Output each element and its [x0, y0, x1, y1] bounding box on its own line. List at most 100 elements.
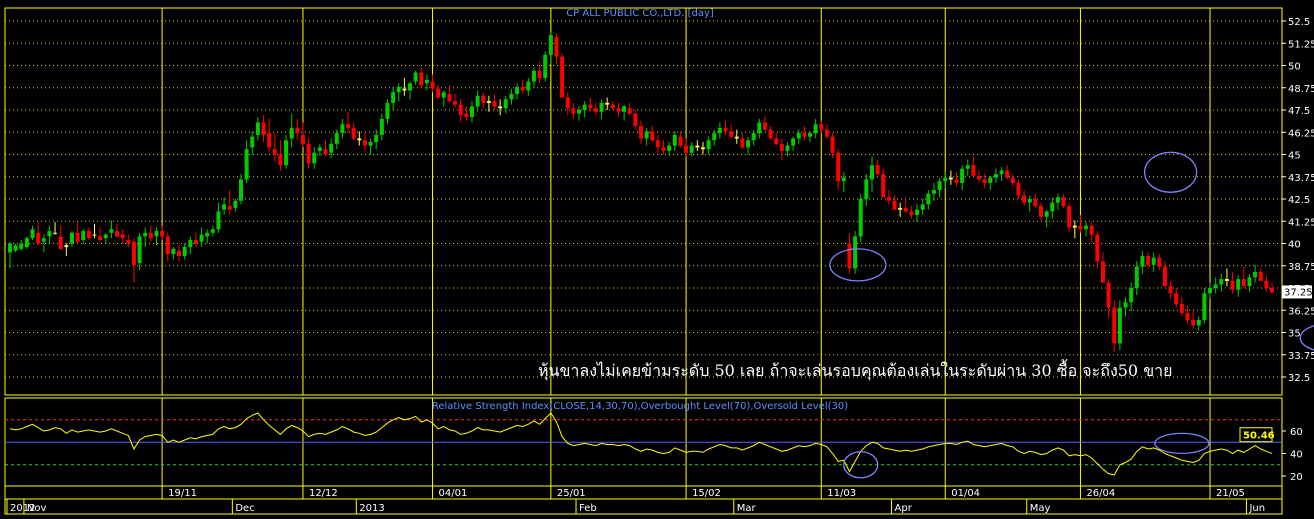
- candle: [1157, 254, 1162, 271]
- candle: [391, 86, 396, 110]
- candle: [272, 133, 277, 162]
- candle: [920, 199, 925, 216]
- candle: [610, 101, 615, 110]
- candle-body: [312, 152, 317, 164]
- candle-body: [306, 143, 311, 164]
- candle-body: [317, 147, 322, 151]
- candle-body: [424, 79, 429, 84]
- x-month-label: Feb: [579, 503, 597, 514]
- candle-body: [605, 102, 610, 105]
- candle: [954, 172, 959, 187]
- candle: [999, 166, 1004, 182]
- candle: [1039, 202, 1044, 221]
- candle-body: [75, 232, 80, 242]
- candle: [238, 174, 243, 205]
- candle-body: [836, 152, 841, 182]
- candle-body: [948, 177, 953, 180]
- price-panel-frame: [4, 7, 1283, 396]
- candle-body: [915, 209, 920, 216]
- candle-body: [47, 231, 52, 237]
- candle: [565, 92, 570, 116]
- candle: [774, 133, 779, 146]
- y-tick-label: 33.75: [1288, 351, 1314, 362]
- candle-body: [1061, 197, 1066, 207]
- candle: [993, 168, 998, 183]
- candle: [1084, 222, 1089, 237]
- candle-body: [813, 124, 818, 134]
- candle: [881, 168, 886, 198]
- candle-body: [531, 70, 536, 82]
- candle-body: [1016, 182, 1021, 196]
- candle-body: [222, 204, 227, 210]
- candle: [385, 99, 390, 125]
- candle-body: [1202, 293, 1207, 321]
- candle-body: [1224, 279, 1229, 281]
- y-tick-label: 36.25: [1288, 306, 1314, 317]
- candle: [13, 243, 18, 253]
- x-month-label: Apr: [895, 503, 913, 514]
- y-tick-label: 48.75: [1288, 84, 1314, 95]
- candle: [464, 106, 469, 121]
- candle-body: [1089, 225, 1094, 235]
- candle-body: [678, 136, 683, 146]
- candle-body: [340, 124, 345, 134]
- candle-body: [255, 122, 260, 135]
- candle-body: [661, 147, 666, 151]
- candle: [554, 33, 559, 64]
- candle: [1106, 279, 1111, 319]
- candle: [47, 225, 52, 244]
- candle: [734, 129, 739, 144]
- candle: [1224, 268, 1229, 287]
- rsi-tick-label: 60: [1290, 427, 1303, 438]
- candle-body: [447, 93, 452, 102]
- candle-body: [622, 106, 627, 112]
- candle: [791, 136, 796, 151]
- candle: [577, 106, 582, 121]
- candle: [126, 234, 131, 248]
- x-tick-label: 15/02: [692, 488, 721, 499]
- x-tick-label: 11/03: [827, 488, 856, 499]
- candle-body: [734, 136, 739, 139]
- candle-body: [633, 113, 638, 127]
- candle: [1219, 273, 1224, 292]
- candle: [379, 113, 384, 141]
- candle-body: [1168, 286, 1173, 294]
- candle-body: [109, 229, 114, 233]
- candle-body: [188, 239, 193, 248]
- candle: [520, 79, 525, 94]
- candle: [965, 159, 970, 176]
- candle-body: [1157, 257, 1162, 267]
- candle-body: [41, 238, 46, 242]
- candle: [526, 77, 531, 96]
- candle: [58, 225, 63, 251]
- candle-body: [858, 199, 863, 237]
- candle-body: [160, 231, 165, 237]
- candle: [1005, 165, 1010, 180]
- candle-body: [616, 108, 621, 112]
- candle: [824, 124, 829, 139]
- candle-body: [498, 106, 503, 109]
- candle-body: [1005, 170, 1010, 178]
- candle-body: [582, 104, 587, 110]
- candle: [244, 140, 249, 183]
- candle: [227, 190, 232, 216]
- candle: [650, 126, 655, 143]
- price-highlight-circle: [829, 248, 887, 282]
- candle-body: [1241, 279, 1246, 287]
- candle: [1230, 271, 1235, 294]
- candle-body: [492, 101, 497, 107]
- candle: [498, 99, 503, 116]
- annotation-text: หุ้นขาลงไม่เคยข้ามระดับ 50 เลย ถ้าจะเล่น…: [538, 359, 1173, 381]
- candle-body: [875, 165, 880, 175]
- candle: [447, 85, 452, 103]
- candle-body: [30, 229, 35, 239]
- x-tick-label: 26/04: [1086, 488, 1115, 499]
- candle-body: [1022, 195, 1027, 203]
- candle-body: [993, 174, 998, 178]
- candle-body: [971, 165, 976, 176]
- candle: [193, 232, 198, 248]
- candle-body: [210, 229, 215, 233]
- candle: [1174, 288, 1179, 308]
- candle: [137, 232, 142, 271]
- candle-body: [926, 193, 931, 205]
